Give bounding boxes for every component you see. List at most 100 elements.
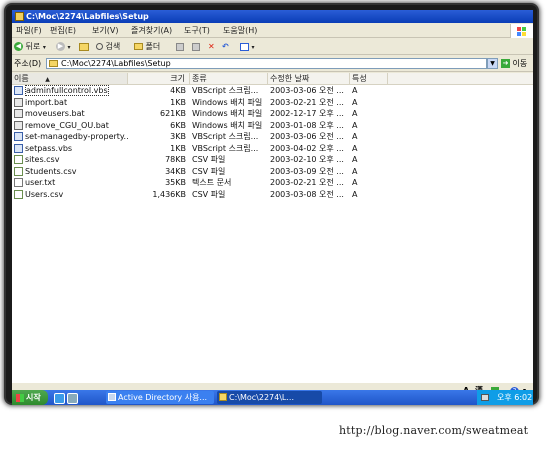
- folder-icon: [49, 60, 58, 67]
- file-row[interactable]: Users.csv 1,436KB CSV 파일 2003-03-08 오전 ... A: [12, 189, 533, 201]
- windows-flag-icon: [16, 393, 24, 402]
- file-list: 이름 ▲ 크기 종류 수정한 날짜 특성 adminfullcontrol.vb…: [12, 73, 533, 383]
- delete-button[interactable]: ✕: [208, 40, 215, 53]
- file-row[interactable]: sites.csv 78KB CSV 파일 2003-02-10 오후 ... A: [12, 154, 533, 166]
- folder-icon: [15, 12, 24, 21]
- file-name: Users.csv: [25, 189, 64, 199]
- forward-button[interactable]: ▶ ▾: [56, 40, 71, 53]
- file-type: Windows 배치 파일: [192, 120, 263, 130]
- window-title: C:\Moc\2274\Labfiles\Setup: [26, 12, 149, 21]
- task-explorer-label: C:\Moc\2274\L...: [229, 393, 295, 402]
- explorer-window: C:\Moc\2274\Labfiles\Setup 파일(F) 편집(E) 보…: [12, 10, 533, 399]
- menu-tools[interactable]: 도구(T): [184, 25, 210, 36]
- file-size: 78KB: [165, 155, 186, 164]
- title-bar[interactable]: C:\Moc\2274\Labfiles\Setup: [12, 10, 533, 23]
- back-label: 뒤로: [25, 42, 41, 51]
- file-row[interactable]: set-managedby-property... 3KB VBScript 스크립…: [12, 131, 533, 143]
- vbs-file-icon: [14, 132, 23, 141]
- copy-to-button[interactable]: [192, 40, 200, 53]
- file-name: import.bat: [25, 97, 68, 107]
- watermark-url: http://blog.naver.com/sweatmeat: [339, 424, 529, 437]
- file-row[interactable]: user.txt 35KB 텍스트 문서 2003-02-21 오전 ... A: [12, 177, 533, 189]
- move-to-button[interactable]: [176, 40, 184, 53]
- delete-icon: ✕: [208, 42, 215, 51]
- back-button[interactable]: ◀ 뒤로 ▾: [14, 40, 46, 53]
- file-modified: 2003-03-08 오전 ...: [270, 189, 344, 199]
- forward-arrow-icon: ▶: [56, 42, 65, 51]
- go-arrow-icon: ➜: [501, 59, 510, 68]
- undo-button[interactable]: ↶: [222, 40, 229, 53]
- file-attributes: A: [352, 132, 358, 141]
- file-modified: 2003-03-09 오전 ...: [270, 166, 344, 176]
- file-name: Students.csv: [25, 166, 77, 176]
- text-file-icon: [14, 178, 23, 187]
- views-button[interactable]: ▾: [240, 40, 255, 53]
- search-button[interactable]: 검색: [96, 40, 120, 53]
- views-dropdown-icon: ▾: [251, 44, 255, 51]
- file-name: remove_CGU_OU.bat: [25, 120, 109, 130]
- batch-file-icon: [14, 109, 23, 118]
- csv-file-icon: [14, 189, 23, 199]
- quicklaunch-desktop-icon[interactable]: [67, 393, 78, 404]
- folder-icon: [219, 393, 227, 401]
- network-icon[interactable]: [481, 394, 489, 401]
- address-input[interactable]: C:\Moc\2274\Labfiles\Setup: [46, 58, 487, 69]
- file-name: set-managedby-property...: [25, 132, 128, 141]
- column-header-name[interactable]: 이름 ▲: [12, 73, 128, 84]
- menu-help[interactable]: 도움말(H): [223, 25, 257, 36]
- address-bar: 주소(D) C:\Moc\2274\Labfiles\Setup ▼ ➜ 이동: [12, 56, 533, 72]
- file-row[interactable]: moveusers.bat 621KB Windows 배치 파일 2002-12-1…: [12, 108, 533, 120]
- file-row[interactable]: import.bat 1KB Windows 배치 파일 2003-02-21 오전 …: [12, 97, 533, 109]
- csv-file-icon: [14, 155, 23, 164]
- vbs-file-icon: [14, 143, 23, 153]
- file-modified: 2003-03-06 오전 ...: [270, 86, 344, 95]
- up-button[interactable]: [79, 40, 89, 53]
- column-header-attributes[interactable]: 특성: [350, 73, 388, 84]
- file-row[interactable]: Students.csv 34KB CSV 파일 2003-03-09 오전 ... A: [12, 166, 533, 178]
- file-attributes: A: [352, 155, 358, 164]
- file-type: VBScript 스크립...: [192, 86, 259, 95]
- file-size: 3KB: [170, 132, 186, 141]
- menu-edit[interactable]: 편집(E): [50, 25, 76, 36]
- folders-button[interactable]: 폴더: [134, 40, 160, 53]
- standard-toolbar: ◀ 뒤로 ▾ ▶ ▾ 검색 폴더 ✕ ↶ ▾: [12, 39, 533, 55]
- file-size: 35KB: [165, 178, 186, 187]
- address-dropdown-button[interactable]: ▼: [487, 58, 498, 69]
- file-attributes: A: [352, 178, 358, 187]
- folders-icon: [134, 43, 143, 50]
- task-active-directory[interactable]: Active Directory 사용...: [106, 391, 214, 404]
- file-modified: 2003-02-10 오후 ...: [270, 155, 344, 164]
- file-modified: 2002-12-17 오후 ...: [270, 109, 344, 118]
- folders-label: 폴더: [145, 42, 161, 51]
- quicklaunch-ie-icon[interactable]: [54, 393, 65, 404]
- file-row[interactable]: setpass.vbs 1KB VBScript 스크립... 2003-04-02 …: [12, 143, 533, 155]
- file-attributes: A: [352, 86, 358, 95]
- menu-favorites[interactable]: 즐겨찾기(A): [131, 25, 172, 36]
- clock[interactable]: 오후 6:02: [497, 390, 532, 405]
- batch-file-icon: [14, 120, 23, 130]
- file-attributes: A: [352, 166, 358, 176]
- column-header-type[interactable]: 종류: [190, 73, 268, 84]
- task-explorer-window[interactable]: C:\Moc\2274\L...: [217, 391, 322, 404]
- file-name: setpass.vbs: [25, 143, 73, 153]
- file-type: CSV 파일: [192, 155, 226, 164]
- column-header-modified[interactable]: 수정한 날짜: [268, 73, 350, 84]
- file-size: 34KB: [165, 166, 186, 176]
- file-row[interactable]: remove_CGU_OU.bat 6KB Windows 배치 파일 2003-01…: [12, 120, 533, 132]
- file-row[interactable]: adminfullcontrol.vbs 4KB VBScript 스크립... 20…: [12, 85, 533, 97]
- back-dropdown-icon: ▾: [42, 44, 46, 51]
- menu-file[interactable]: 파일(F): [16, 25, 42, 36]
- file-attributes: A: [352, 189, 358, 199]
- go-button[interactable]: ➜ 이동: [501, 58, 531, 69]
- file-rows: adminfullcontrol.vbs 4KB VBScript 스크립... 20…: [12, 85, 533, 200]
- menu-view[interactable]: 보기(V): [92, 25, 118, 36]
- system-tray: 오후 6:02: [477, 390, 533, 405]
- file-name: adminfullcontrol.vbs: [25, 85, 109, 96]
- file-type: CSV 파일: [192, 189, 226, 199]
- search-icon: [96, 43, 103, 50]
- file-attributes: A: [352, 97, 358, 107]
- column-header-size[interactable]: 크기: [128, 73, 190, 84]
- start-button[interactable]: 시작: [12, 390, 48, 405]
- go-label: 이동: [512, 59, 528, 68]
- batch-file-icon: [14, 97, 23, 107]
